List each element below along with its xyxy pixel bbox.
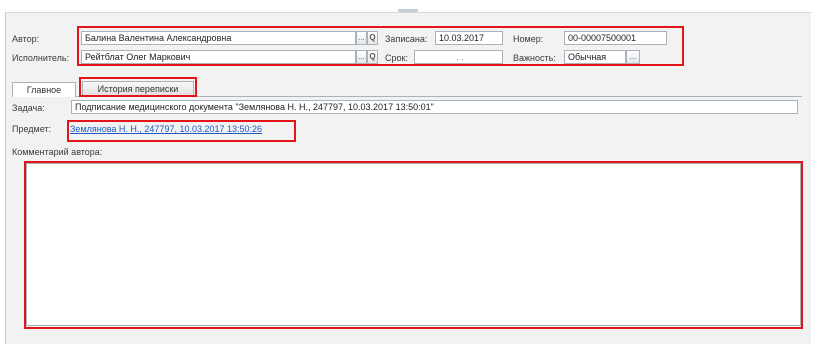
comment-highlight-box <box>24 161 803 329</box>
subject-highlight-box <box>67 120 296 142</box>
task-field[interactable]: Подписание медицинского документа "Земля… <box>71 100 798 114</box>
header-highlight-box <box>77 26 684 66</box>
tab-highlight-box <box>79 77 197 97</box>
subject-label: Предмет: <box>12 124 52 134</box>
tab-main[interactable]: Главное <box>12 82 76 97</box>
executor-label: Исполнитель: <box>12 53 70 63</box>
comment-label: Комментарий автора: <box>12 147 103 157</box>
author-label: Автор: <box>12 34 40 44</box>
task-label: Задача: <box>12 103 45 113</box>
